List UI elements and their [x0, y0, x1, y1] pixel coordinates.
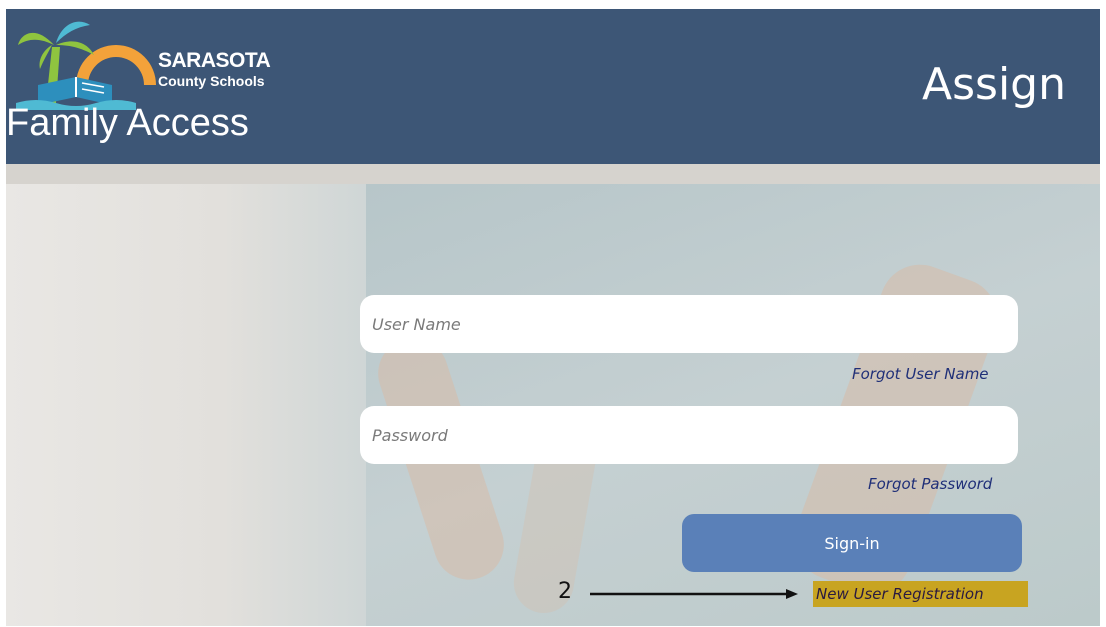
signin-button[interactable]: Sign-in	[682, 514, 1022, 572]
brand-name: SARASOTA	[158, 49, 271, 72]
header-bar: SARASOTA County Schools Family Access As…	[6, 9, 1100, 164]
app-title: Family Access	[6, 102, 249, 144]
annotation-arrow-icon	[590, 589, 798, 599]
forgot-password-link[interactable]: Forgot Password	[868, 475, 992, 493]
background-wall	[6, 184, 366, 626]
brand-subtitle: County Schools	[158, 73, 265, 89]
page-heading: Assign	[922, 59, 1066, 110]
password-input[interactable]	[360, 406, 1018, 464]
page-frame: SARASOTA County Schools Family Access As…	[6, 9, 1100, 626]
forgot-username-link[interactable]: Forgot User Name	[852, 365, 989, 383]
palm-tree-logo-icon	[16, 21, 156, 110]
username-input[interactable]	[360, 295, 1018, 353]
new-user-registration-link[interactable]: New User Registration	[813, 581, 1028, 607]
annotation-step-number: 2	[558, 579, 572, 604]
